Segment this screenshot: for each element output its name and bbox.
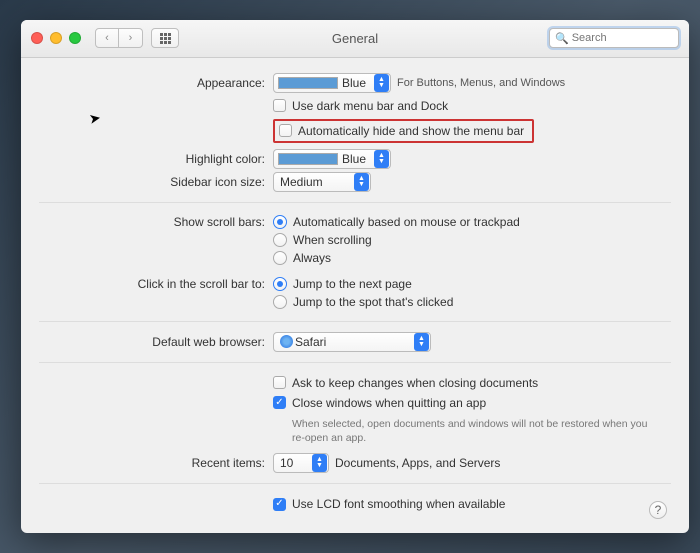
cursor-icon: ➤ xyxy=(88,109,103,128)
search-icon: 🔍 xyxy=(555,32,569,45)
clickbar-opt-1: Jump to the spot that's clicked xyxy=(293,295,453,309)
clickbar-radio-next[interactable] xyxy=(273,277,287,291)
clickbar-label: Click in the scroll bar to: xyxy=(39,275,273,291)
grid-icon xyxy=(160,33,171,44)
blue-swatch xyxy=(278,77,338,89)
content-area: ➤ Appearance: Blue ▲▼ For Buttons, Menus… xyxy=(21,58,689,533)
window-title: General xyxy=(332,31,378,46)
highlighted-option: Automatically hide and show the menu bar xyxy=(273,119,534,143)
lcd-smoothing-checkbox[interactable] xyxy=(273,498,286,511)
zoom-icon[interactable] xyxy=(69,32,81,44)
appearance-hint: For Buttons, Menus, and Windows xyxy=(397,77,565,89)
close-icon[interactable] xyxy=(31,32,43,44)
preferences-window: ‹ › General 🔍 ➤ Appearance: Blue ▲▼ For … xyxy=(21,20,689,533)
scrollbars-radio-scrolling[interactable] xyxy=(273,233,287,247)
sidebar-value: Medium xyxy=(280,175,350,189)
window-controls xyxy=(31,32,81,44)
clickbar-opt-0: Jump to the next page xyxy=(293,277,412,291)
sidebar-select[interactable]: Medium ▲▼ xyxy=(273,172,371,192)
chevron-updown-icon: ▲▼ xyxy=(312,454,327,472)
nav-buttons: ‹ › xyxy=(95,28,143,48)
recent-select[interactable]: 10 ▲▼ xyxy=(273,453,329,473)
back-button[interactable]: ‹ xyxy=(95,28,119,48)
scrollbars-opt-2: Always xyxy=(293,251,331,265)
help-button[interactable]: ? xyxy=(649,501,667,519)
scrollbars-radiogroup: Automatically based on mouse or trackpad… xyxy=(273,213,520,267)
sidebar-label: Sidebar icon size: xyxy=(39,175,273,189)
scrollbars-radio-auto[interactable] xyxy=(273,215,287,229)
separator xyxy=(39,202,671,203)
recent-suffix: Documents, Apps, and Servers xyxy=(335,456,500,470)
lcd-smoothing-label: Use LCD font smoothing when available xyxy=(292,497,505,511)
close-windows-checkbox[interactable] xyxy=(273,396,286,409)
show-all-button[interactable] xyxy=(151,28,179,48)
separator xyxy=(39,321,671,322)
close-windows-label: Close windows when quitting an app xyxy=(292,396,486,410)
safari-icon xyxy=(280,335,293,348)
ask-changes-checkbox[interactable] xyxy=(273,376,286,389)
clickbar-radio-spot[interactable] xyxy=(273,295,287,309)
autohide-checkbox[interactable] xyxy=(279,124,292,137)
appearance-value: Blue xyxy=(342,76,370,90)
forward-button[interactable]: › xyxy=(119,28,143,48)
close-windows-hint: When selected, open documents and window… xyxy=(292,418,652,445)
browser-value: Safari xyxy=(295,335,410,349)
ask-changes-label: Ask to keep changes when closing documen… xyxy=(292,376,538,390)
blue-swatch xyxy=(278,153,338,165)
highlight-select[interactable]: Blue ▲▼ xyxy=(273,149,391,169)
search-field[interactable]: 🔍 xyxy=(549,28,679,48)
highlight-value: Blue xyxy=(342,152,370,166)
search-input[interactable] xyxy=(572,32,673,44)
clickbar-radiogroup: Jump to the next page Jump to the spot t… xyxy=(273,275,453,311)
autohide-label: Automatically hide and show the menu bar xyxy=(298,124,524,138)
chevron-updown-icon: ▲▼ xyxy=(374,150,389,168)
scrollbars-label: Show scroll bars: xyxy=(39,213,273,229)
dark-menu-checkbox[interactable] xyxy=(273,99,286,112)
minimize-icon[interactable] xyxy=(50,32,62,44)
separator xyxy=(39,483,671,484)
scrollbars-opt-0: Automatically based on mouse or trackpad xyxy=(293,215,520,229)
scrollbars-radio-always[interactable] xyxy=(273,251,287,265)
chevron-updown-icon: ▲▼ xyxy=(354,173,369,191)
highlight-label: Highlight color: xyxy=(39,152,273,166)
recent-value: 10 xyxy=(280,456,308,470)
scrollbars-opt-1: When scrolling xyxy=(293,233,372,247)
browser-label: Default web browser: xyxy=(39,335,273,349)
dark-menu-label: Use dark menu bar and Dock xyxy=(292,99,448,113)
titlebar: ‹ › General 🔍 xyxy=(21,20,689,58)
recent-label: Recent items: xyxy=(39,456,273,470)
browser-select[interactable]: Safari ▲▼ xyxy=(273,332,431,352)
appearance-label: Appearance: xyxy=(39,76,273,90)
chevron-updown-icon: ▲▼ xyxy=(374,74,389,92)
appearance-select[interactable]: Blue ▲▼ xyxy=(273,73,391,93)
chevron-updown-icon: ▲▼ xyxy=(414,333,429,351)
separator xyxy=(39,362,671,363)
